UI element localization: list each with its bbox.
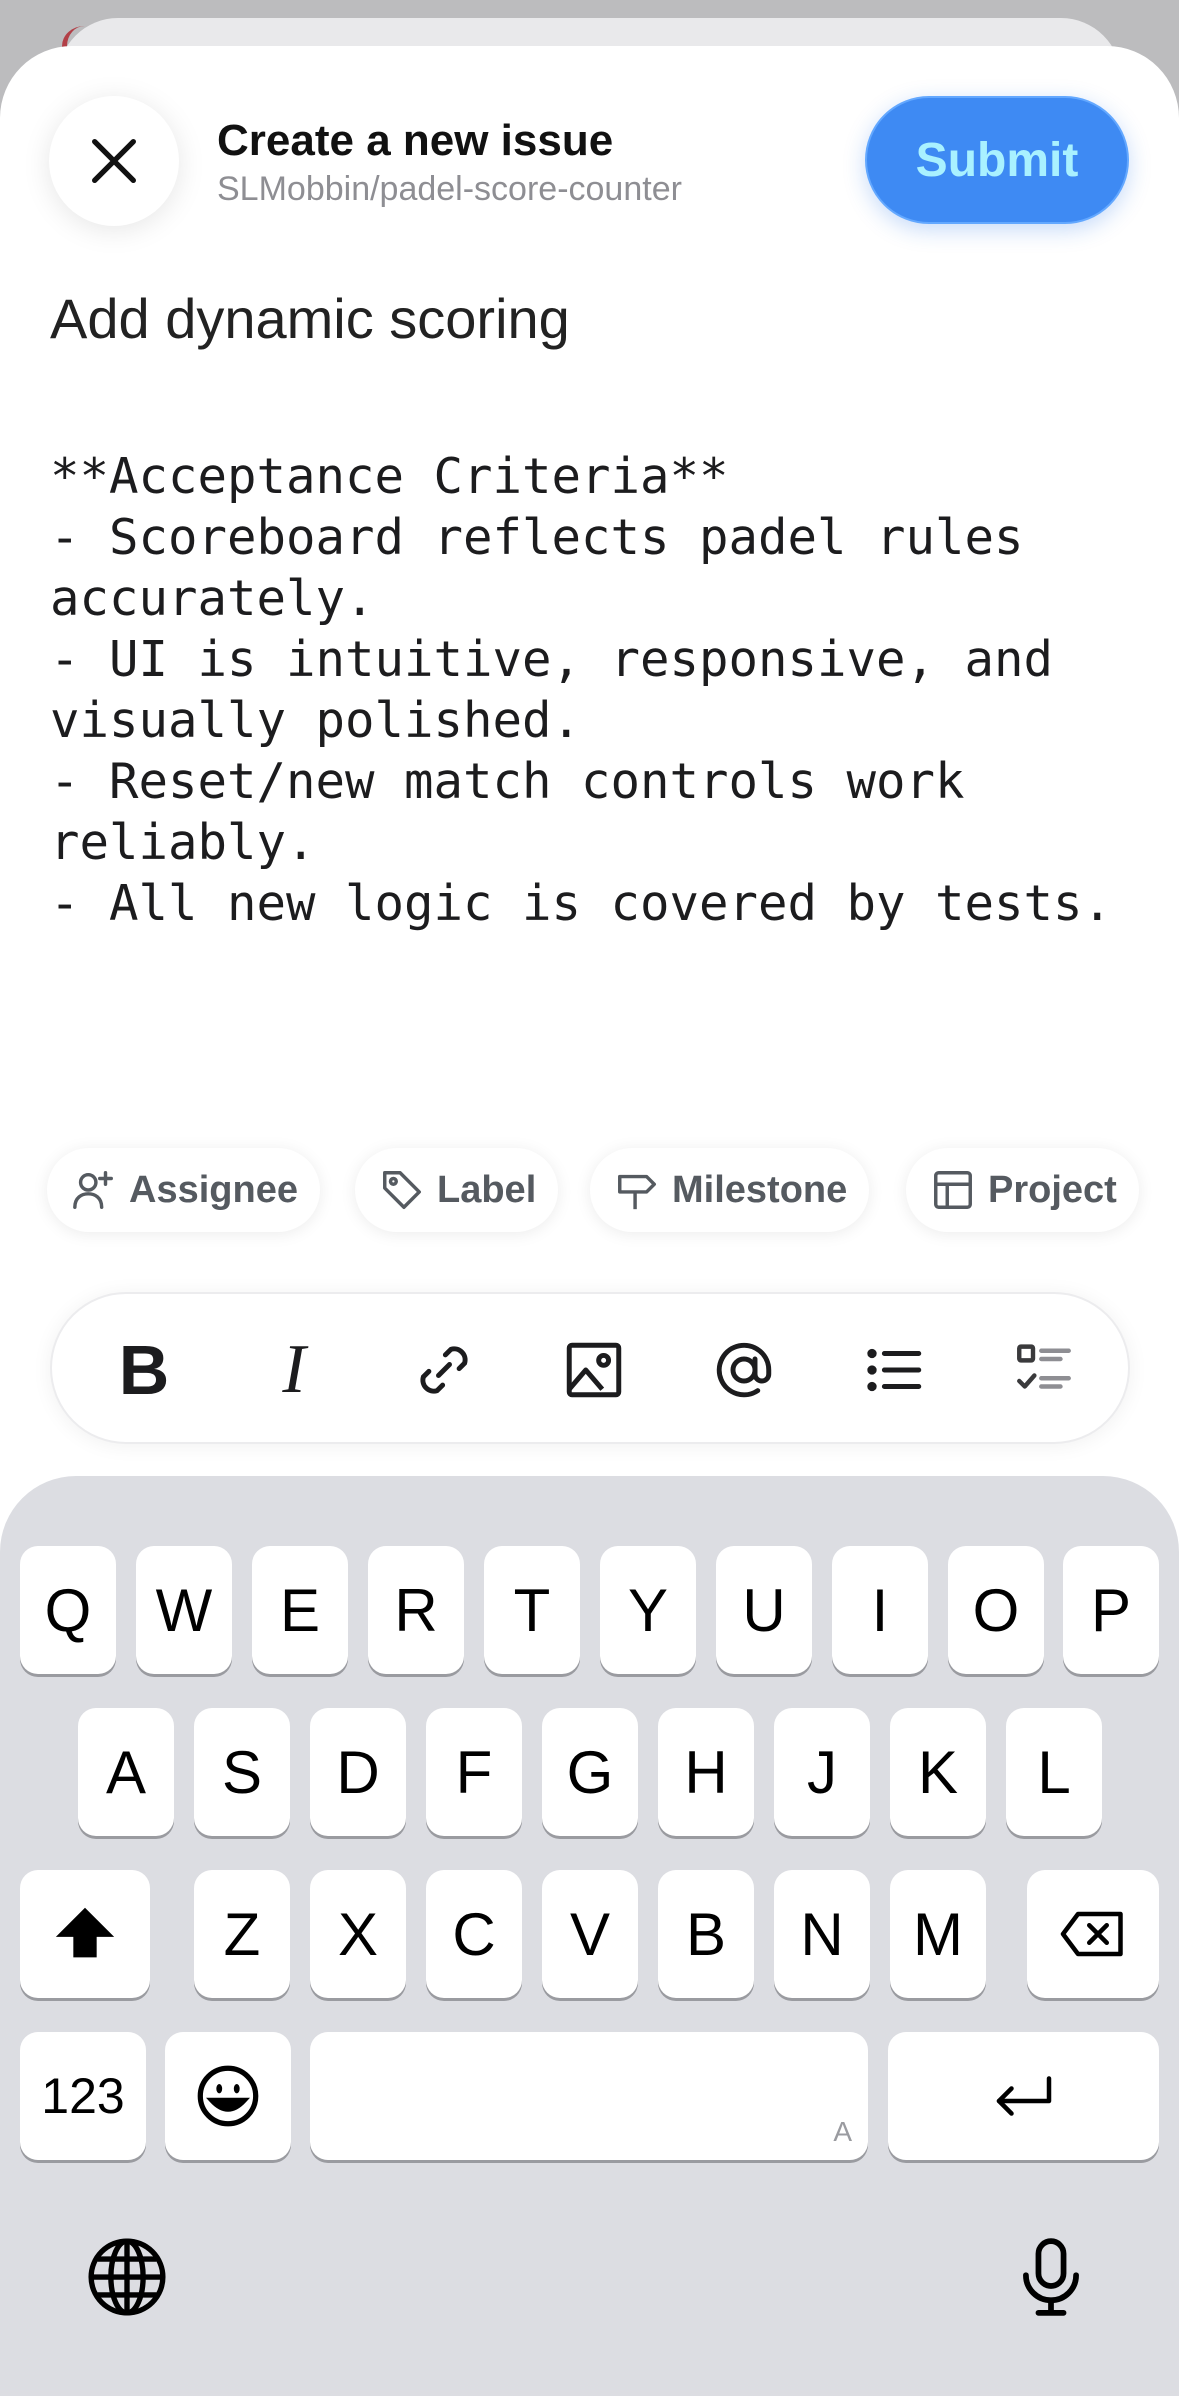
- key-i[interactable]: I: [832, 1546, 928, 1674]
- microphone-icon: [1023, 2238, 1079, 2316]
- globe-button[interactable]: [82, 2232, 172, 2322]
- key-q[interactable]: Q: [20, 1546, 116, 1674]
- space-corner-label: A: [833, 2116, 852, 2147]
- key-y[interactable]: Y: [600, 1546, 696, 1674]
- numbers-key[interactable]: 123: [20, 2032, 146, 2160]
- key-p[interactable]: P: [1063, 1546, 1159, 1674]
- bold-icon: B: [118, 1331, 170, 1409]
- assignee-chip[interactable]: Assignee: [47, 1148, 320, 1232]
- key-j[interactable]: J: [774, 1708, 870, 1836]
- globe-icon: [88, 2238, 166, 2316]
- table-icon: [930, 1167, 976, 1213]
- return-icon: [996, 2076, 1051, 2116]
- key-d[interactable]: D: [310, 1708, 406, 1836]
- key-c[interactable]: C: [426, 1870, 522, 1998]
- key-w[interactable]: W: [136, 1546, 232, 1674]
- bulleted-list-icon: [867, 1348, 922, 1392]
- project-label: Project: [988, 1168, 1117, 1211]
- key-g[interactable]: G: [542, 1708, 638, 1836]
- person-add-icon: [71, 1167, 117, 1213]
- assignee-label: Assignee: [129, 1168, 298, 1211]
- repository-name: SLMobbin/padel-score-counter: [217, 170, 682, 208]
- key-e[interactable]: E: [252, 1546, 348, 1674]
- submit-button[interactable]: Submit: [865, 96, 1129, 224]
- key-n[interactable]: N: [774, 1870, 870, 1998]
- issue-body-input[interactable]: **Acceptance Criteria** - Scoreboard ref…: [50, 446, 1140, 1046]
- key-s[interactable]: S: [194, 1708, 290, 1836]
- emoji-key[interactable]: [165, 2032, 291, 2160]
- microphone-button[interactable]: [1006, 2232, 1096, 2322]
- image-icon: [566, 1342, 622, 1398]
- key-a[interactable]: A: [78, 1708, 174, 1836]
- delete-key[interactable]: [1027, 1870, 1159, 1998]
- emoji-icon: [197, 2065, 259, 2127]
- key-v[interactable]: V: [542, 1870, 638, 1998]
- shift-key[interactable]: [20, 1870, 150, 1998]
- label-chip[interactable]: Label: [355, 1148, 559, 1232]
- italic-button[interactable]: I: [254, 1330, 334, 1410]
- key-m[interactable]: M: [890, 1870, 986, 1998]
- label-label: Label: [437, 1168, 537, 1211]
- issue-title-input[interactable]: Add dynamic scoring: [50, 286, 1130, 351]
- key-k[interactable]: K: [890, 1708, 986, 1836]
- shift-icon: [55, 1907, 115, 1958]
- mention-icon: [716, 1342, 772, 1398]
- close-button[interactable]: [49, 96, 179, 226]
- italic-icon: I: [282, 1331, 306, 1408]
- mention-button[interactable]: [704, 1330, 784, 1410]
- key-b[interactable]: B: [658, 1870, 754, 1998]
- bold-button[interactable]: B: [104, 1330, 184, 1410]
- key-f[interactable]: F: [426, 1708, 522, 1836]
- key-r[interactable]: R: [368, 1546, 464, 1674]
- image-button[interactable]: [554, 1330, 634, 1410]
- close-icon: [92, 139, 136, 183]
- key-z[interactable]: Z: [194, 1870, 290, 1998]
- sheet-title: Create a new issue: [217, 116, 614, 165]
- formatting-toolbar: B I: [50, 1292, 1130, 1444]
- space-key[interactable]: A: [310, 2032, 868, 2160]
- milestone-chip[interactable]: Milestone: [590, 1148, 870, 1232]
- milestone-label: Milestone: [672, 1168, 848, 1211]
- task-list-icon: [1017, 1344, 1071, 1389]
- tag-icon: [379, 1167, 425, 1213]
- key-t[interactable]: T: [484, 1546, 580, 1674]
- task-list-button[interactable]: [1004, 1330, 1084, 1410]
- key-u[interactable]: U: [716, 1546, 812, 1674]
- return-key[interactable]: [888, 2032, 1159, 2160]
- key-l[interactable]: L: [1006, 1708, 1102, 1836]
- bulleted-list-button[interactable]: [854, 1330, 934, 1410]
- delete-icon: [1060, 1911, 1123, 1957]
- project-chip[interactable]: Project: [906, 1148, 1139, 1232]
- link-icon: [420, 1346, 468, 1394]
- key-h[interactable]: H: [658, 1708, 754, 1836]
- milestone-icon: [614, 1167, 660, 1213]
- key-o[interactable]: O: [948, 1546, 1044, 1674]
- key-x[interactable]: X: [310, 1870, 406, 1998]
- link-button[interactable]: [404, 1330, 484, 1410]
- keyboard: Q W E R T Y U I O P A S D F G H J K L Z …: [0, 1476, 1179, 2396]
